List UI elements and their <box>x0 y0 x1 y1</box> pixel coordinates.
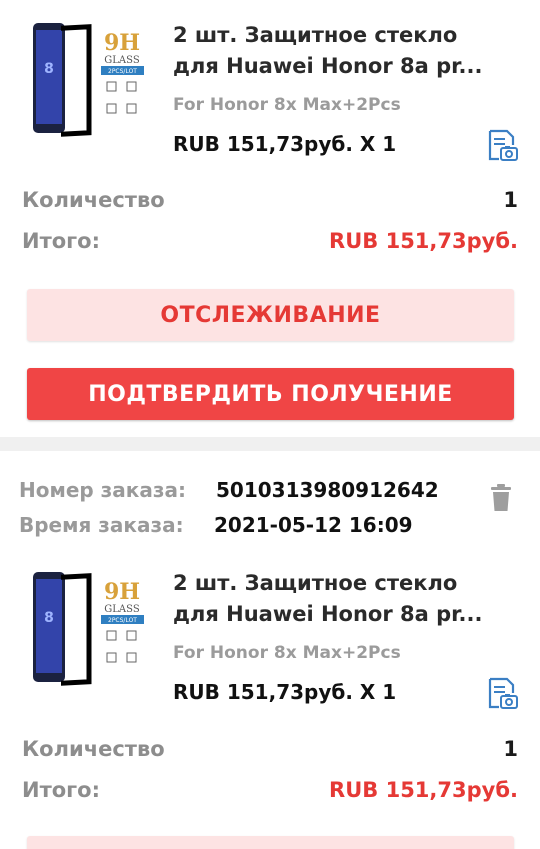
product-variant: For Honor 8x Max+2Pcs <box>173 643 401 663</box>
total-label: Итого: <box>22 778 100 802</box>
svg-text:GLASS: GLASS <box>104 604 140 615</box>
product-title[interactable]: 2 шт. Защитное стекло для Huawei Honor 8… <box>173 20 518 82</box>
total-value: RUB 151,73руб. <box>329 778 518 802</box>
quantity-value: 1 <box>503 188 518 212</box>
quantity-label: Количество <box>22 188 165 212</box>
quantity-value: 1 <box>503 737 518 761</box>
svg-text:8: 8 <box>44 610 54 626</box>
svg-text:2PCS/LOT: 2PCS/LOT <box>108 68 137 75</box>
track-button[interactable]: ОТСЛЕЖИВАНИЕ <box>27 289 514 341</box>
product-title[interactable]: 2 шт. Защитное стекло для Huawei Honor 8… <box>173 568 518 630</box>
confirm-receipt-button[interactable]: ПОДТВЕРДИТЬ ПОЛУЧЕНИЕ <box>27 368 514 420</box>
track-button[interactable] <box>27 836 514 849</box>
svg-text:GLASS: GLASS <box>104 55 140 66</box>
order-number: 5010313980912642 <box>216 478 439 502</box>
product-thumbnail[interactable]: 8 9H GLASS 2PCS/LOT <box>27 567 152 692</box>
svg-text:9H: 9H <box>104 30 140 56</box>
snapshot-icon[interactable] <box>485 128 519 162</box>
order-number-label: Номер заказа: <box>19 478 186 502</box>
product-price: RUB 151,73руб. X 1 <box>173 680 397 704</box>
order-time: 2021-05-12 16:09 <box>214 513 413 537</box>
trash-icon[interactable] <box>490 484 512 512</box>
order-time-label: Время заказа: <box>19 513 184 537</box>
total-label: Итого: <box>22 229 100 253</box>
product-thumbnail[interactable]: 8 9H GLASS 2PCS/LOT <box>27 18 152 143</box>
total-value: RUB 151,73руб. <box>329 229 518 253</box>
svg-text:2PCS/LOT: 2PCS/LOT <box>108 617 137 624</box>
quantity-label: Количество <box>22 737 165 761</box>
divider <box>0 437 540 451</box>
snapshot-icon[interactable] <box>485 676 519 710</box>
product-variant: For Honor 8x Max+2Pcs <box>173 95 401 115</box>
product-price: RUB 151,73руб. X 1 <box>173 132 397 156</box>
svg-text:9H: 9H <box>104 579 140 605</box>
svg-text:8: 8 <box>44 61 54 77</box>
